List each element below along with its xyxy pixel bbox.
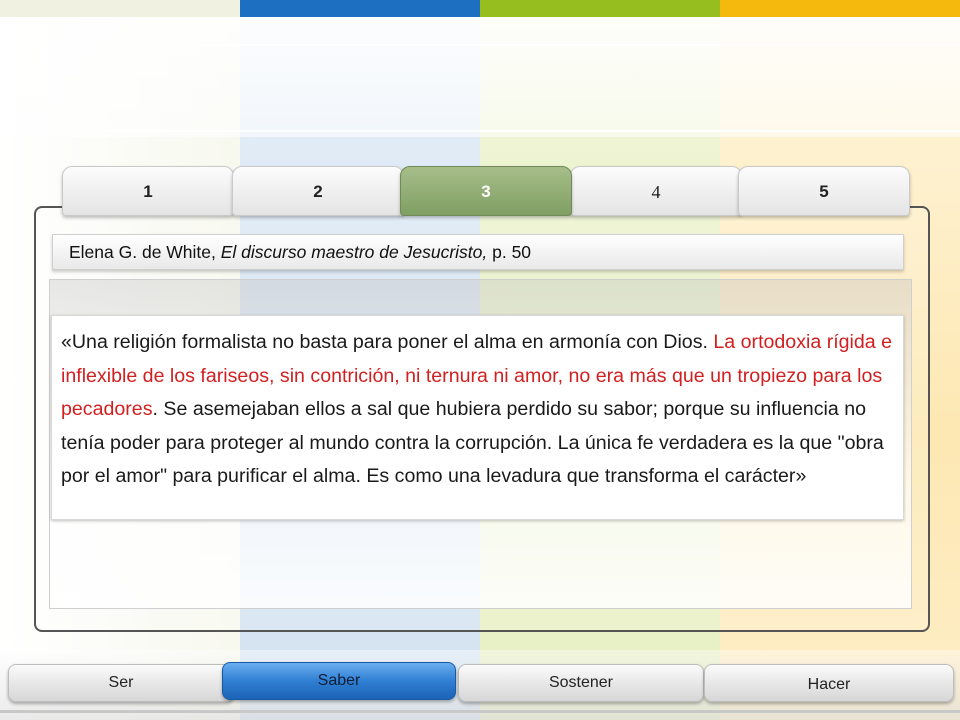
tab-5[interactable]: 5: [738, 166, 910, 216]
nav-button-label: Saber: [317, 672, 361, 689]
header-glow: [0, 17, 960, 137]
nav-button-label: Sostener: [548, 674, 614, 691]
citation-book: El discurso maestro de Jesucristo,: [220, 242, 488, 262]
top-stripe-cream: [0, 0, 240, 17]
tab-2[interactable]: 2: [232, 166, 404, 216]
quote-text-intro: «Una religión formalista no basta para p…: [61, 331, 714, 353]
quote-box: «Una religión formalista no basta para p…: [51, 315, 904, 520]
tab-1[interactable]: 1: [62, 166, 234, 216]
nav-button-ser[interactable]: Ser: [8, 664, 234, 702]
nav-button-saber[interactable]: Saber: [222, 662, 456, 700]
tab-label: 2: [313, 182, 323, 201]
nav-button-hacer[interactable]: Hacer: [704, 664, 954, 702]
tab-4[interactable]: 4: [570, 166, 742, 216]
glow-line: [0, 130, 960, 132]
bottom-divider: [0, 710, 960, 713]
top-stripe-yellow: [720, 0, 960, 17]
nav-button-label: Hacer: [807, 676, 851, 693]
citation-author: Elena G. de White,: [69, 242, 221, 262]
citation-bar: Elena G. de White, El discurso maestro d…: [52, 234, 904, 270]
quote-text-rest: . Se asemejaban ellos a sal que hubiera …: [61, 398, 884, 488]
tab-label: 4: [651, 182, 661, 202]
tab-label: 1: [143, 182, 153, 201]
top-stripe-green: [480, 0, 720, 17]
citation-page: p. 50: [487, 242, 532, 262]
top-stripe-blue: [240, 0, 480, 17]
nav-button-label: Ser: [108, 674, 134, 691]
glow-line: [0, 44, 960, 46]
tab-label: 5: [819, 182, 829, 201]
tab-label: 3: [481, 182, 491, 201]
nav-button-sostener[interactable]: Sostener: [458, 664, 704, 702]
tab-3[interactable]: 3: [400, 166, 572, 216]
